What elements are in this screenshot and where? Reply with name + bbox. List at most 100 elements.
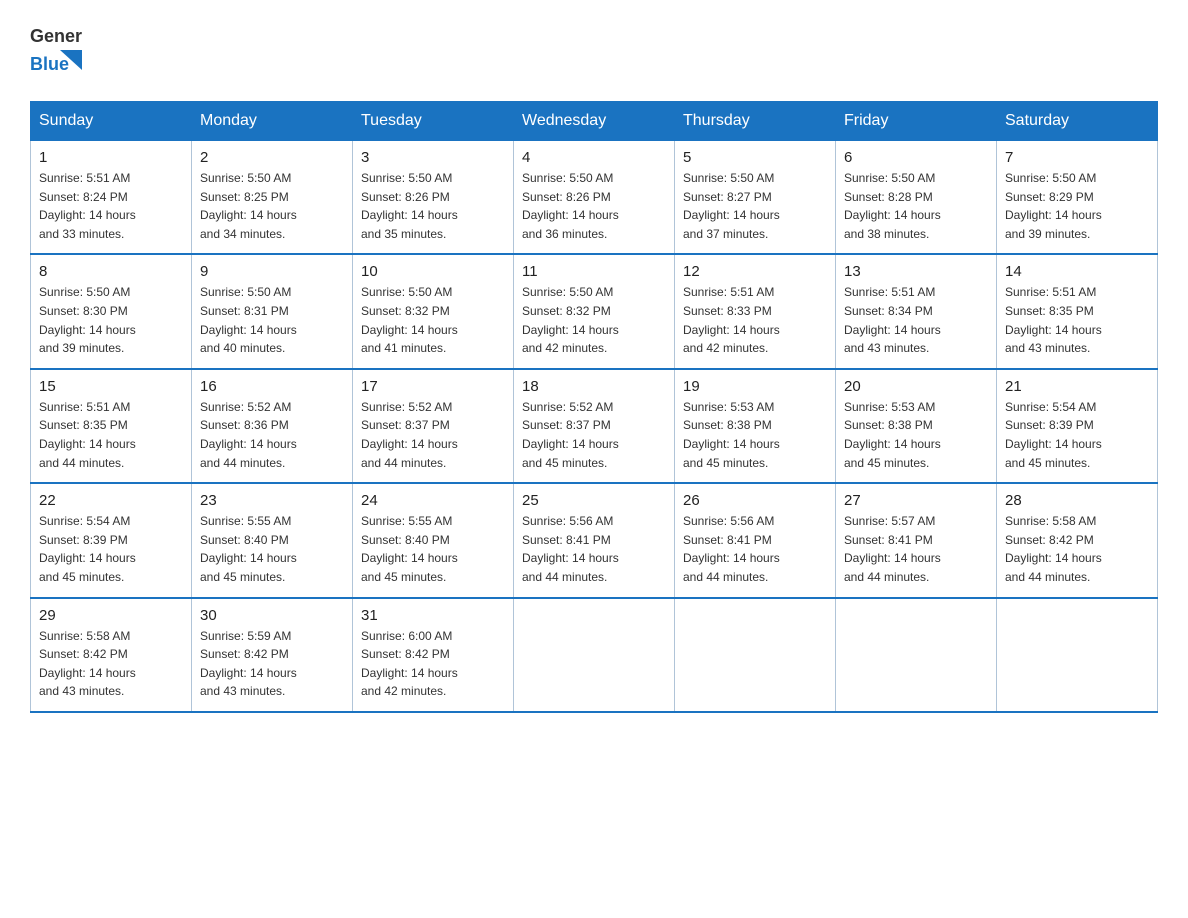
day-info: Sunrise: 5:51 AMSunset: 8:33 PMDaylight:… bbox=[683, 283, 827, 357]
day-number: 31 bbox=[361, 607, 505, 624]
day-number: 12 bbox=[683, 263, 827, 280]
calendar-cell: 23 Sunrise: 5:55 AMSunset: 8:40 PMDayligh… bbox=[192, 483, 353, 597]
day-info: Sunrise: 5:52 AMSunset: 8:37 PMDaylight:… bbox=[361, 398, 505, 472]
calendar-cell: 6 Sunrise: 5:50 AMSunset: 8:28 PMDaylight… bbox=[836, 141, 997, 255]
day-number: 1 bbox=[39, 149, 183, 166]
day-info: Sunrise: 5:57 AMSunset: 8:41 PMDaylight:… bbox=[844, 512, 988, 586]
day-number: 4 bbox=[522, 149, 666, 166]
day-info: Sunrise: 5:50 AMSunset: 8:32 PMDaylight:… bbox=[361, 283, 505, 357]
day-number: 15 bbox=[39, 378, 183, 395]
day-info: Sunrise: 5:51 AMSunset: 8:35 PMDaylight:… bbox=[1005, 283, 1149, 357]
calendar-cell: 20Sunrise: 5:53 AMSunset: 8:38 PMDayligh… bbox=[836, 369, 997, 483]
day-number: 28 bbox=[1005, 492, 1149, 509]
day-number: 16 bbox=[200, 378, 344, 395]
calendar-cell: 17 Sunrise: 5:52 AMSunset: 8:37 PMDayligh… bbox=[353, 369, 514, 483]
day-number: 5 bbox=[683, 149, 827, 166]
calendar-cell: 22 Sunrise: 5:54 AMSunset: 8:39 PMDayligh… bbox=[31, 483, 192, 597]
day-info: Sunrise: 5:50 AMSunset: 8:28 PMDaylight:… bbox=[844, 169, 988, 243]
calendar-cell: 12 Sunrise: 5:51 AMSunset: 8:33 PMDayligh… bbox=[675, 254, 836, 368]
day-info: Sunrise: 5:50 AMSunset: 8:26 PMDaylight:… bbox=[361, 169, 505, 243]
day-number: 3 bbox=[361, 149, 505, 166]
calendar-cell: 28Sunrise: 5:58 AMSunset: 8:42 PMDayligh… bbox=[997, 483, 1158, 597]
day-info: Sunrise: 5:55 AMSunset: 8:40 PMDaylight:… bbox=[200, 512, 344, 586]
day-number: 13 bbox=[844, 263, 988, 280]
day-info: Sunrise: 5:50 AMSunset: 8:25 PMDaylight:… bbox=[200, 169, 344, 243]
column-header-monday: Monday bbox=[192, 102, 353, 141]
day-number: 21 bbox=[1005, 378, 1149, 395]
day-number: 19 bbox=[683, 378, 827, 395]
day-info: Sunrise: 5:50 AMSunset: 8:29 PMDaylight:… bbox=[1005, 169, 1149, 243]
day-info: Sunrise: 5:54 AMSunset: 8:39 PMDaylight:… bbox=[39, 512, 183, 586]
day-info: Sunrise: 5:51 AMSunset: 8:34 PMDaylight:… bbox=[844, 283, 988, 357]
page-header: General Blue bbox=[30, 20, 1158, 83]
calendar-cell: 21 Sunrise: 5:54 AMSunset: 8:39 PMDayligh… bbox=[997, 369, 1158, 483]
day-info: Sunrise: 5:54 AMSunset: 8:39 PMDaylight:… bbox=[1005, 398, 1149, 472]
day-info: Sunrise: 5:59 AMSunset: 8:42 PMDaylight:… bbox=[200, 627, 344, 701]
calendar-cell: 16Sunrise: 5:52 AMSunset: 8:36 PMDayligh… bbox=[192, 369, 353, 483]
calendar-week-row: 22 Sunrise: 5:54 AMSunset: 8:39 PMDayligh… bbox=[31, 483, 1158, 597]
calendar-cell: 19 Sunrise: 5:53 AMSunset: 8:38 PMDayligh… bbox=[675, 369, 836, 483]
column-header-wednesday: Wednesday bbox=[514, 102, 675, 141]
day-info: Sunrise: 5:51 AMSunset: 8:24 PMDaylight:… bbox=[39, 169, 183, 243]
calendar-cell: 30 Sunrise: 5:59 AMSunset: 8:42 PMDayligh… bbox=[192, 598, 353, 712]
calendar-cell bbox=[836, 598, 997, 712]
calendar-cell: 1 Sunrise: 5:51 AMSunset: 8:24 PMDaylight… bbox=[31, 141, 192, 255]
day-number: 30 bbox=[200, 607, 344, 624]
header-row: SundayMondayTuesdayWednesdayThursdayFrid… bbox=[31, 102, 1158, 141]
day-info: Sunrise: 5:50 AMSunset: 8:26 PMDaylight:… bbox=[522, 169, 666, 243]
day-number: 29 bbox=[39, 607, 183, 624]
day-info: Sunrise: 5:50 AMSunset: 8:31 PMDaylight:… bbox=[200, 283, 344, 357]
day-info: Sunrise: 5:58 AMSunset: 8:42 PMDaylight:… bbox=[39, 627, 183, 701]
day-info: Sunrise: 5:53 AMSunset: 8:38 PMDaylight:… bbox=[844, 398, 988, 472]
calendar-cell: 5 Sunrise: 5:50 AMSunset: 8:27 PMDaylight… bbox=[675, 141, 836, 255]
calendar-week-row: 15 Sunrise: 5:51 AMSunset: 8:35 PMDayligh… bbox=[31, 369, 1158, 483]
logo-icon: General Blue bbox=[30, 20, 82, 78]
calendar-cell: 9Sunrise: 5:50 AMSunset: 8:31 PMDaylight… bbox=[192, 254, 353, 368]
day-number: 8 bbox=[39, 263, 183, 280]
calendar-cell: 7 Sunrise: 5:50 AMSunset: 8:29 PMDaylight… bbox=[997, 141, 1158, 255]
calendar-cell bbox=[997, 598, 1158, 712]
day-number: 6 bbox=[844, 149, 988, 166]
day-number: 14 bbox=[1005, 263, 1149, 280]
day-info: Sunrise: 5:56 AMSunset: 8:41 PMDaylight:… bbox=[683, 512, 827, 586]
calendar-cell: 27Sunrise: 5:57 AMSunset: 8:41 PMDayligh… bbox=[836, 483, 997, 597]
column-header-sunday: Sunday bbox=[31, 102, 192, 141]
calendar-cell: 14 Sunrise: 5:51 AMSunset: 8:35 PMDayligh… bbox=[997, 254, 1158, 368]
calendar-header: SundayMondayTuesdayWednesdayThursdayFrid… bbox=[31, 102, 1158, 141]
calendar-week-row: 29 Sunrise: 5:58 AMSunset: 8:42 PMDayligh… bbox=[31, 598, 1158, 712]
day-number: 25 bbox=[522, 492, 666, 509]
calendar-cell: 3 Sunrise: 5:50 AMSunset: 8:26 PMDaylight… bbox=[353, 141, 514, 255]
calendar-week-row: 1 Sunrise: 5:51 AMSunset: 8:24 PMDaylight… bbox=[31, 141, 1158, 255]
calendar-cell bbox=[514, 598, 675, 712]
day-info: Sunrise: 6:00 AMSunset: 8:42 PMDaylight:… bbox=[361, 627, 505, 701]
calendar-cell: 13 Sunrise: 5:51 AMSunset: 8:34 PMDayligh… bbox=[836, 254, 997, 368]
logo: General Blue bbox=[30, 20, 82, 83]
calendar-cell: 26Sunrise: 5:56 AMSunset: 8:41 PMDayligh… bbox=[675, 483, 836, 597]
calendar-cell: 25 Sunrise: 5:56 AMSunset: 8:41 PMDayligh… bbox=[514, 483, 675, 597]
day-number: 7 bbox=[1005, 149, 1149, 166]
day-info: Sunrise: 5:52 AMSunset: 8:37 PMDaylight:… bbox=[522, 398, 666, 472]
day-number: 10 bbox=[361, 263, 505, 280]
day-number: 11 bbox=[522, 263, 666, 280]
calendar-cell: 29 Sunrise: 5:58 AMSunset: 8:42 PMDayligh… bbox=[31, 598, 192, 712]
day-number: 18 bbox=[522, 378, 666, 395]
calendar-cell bbox=[675, 598, 836, 712]
svg-text:General: General bbox=[30, 26, 82, 46]
calendar-body: 1 Sunrise: 5:51 AMSunset: 8:24 PMDaylight… bbox=[31, 141, 1158, 712]
day-info: Sunrise: 5:51 AMSunset: 8:35 PMDaylight:… bbox=[39, 398, 183, 472]
day-info: Sunrise: 5:56 AMSunset: 8:41 PMDaylight:… bbox=[522, 512, 666, 586]
column-header-friday: Friday bbox=[836, 102, 997, 141]
day-number: 22 bbox=[39, 492, 183, 509]
day-number: 17 bbox=[361, 378, 505, 395]
calendar-cell: 24Sunrise: 5:55 AMSunset: 8:40 PMDayligh… bbox=[353, 483, 514, 597]
day-info: Sunrise: 5:55 AMSunset: 8:40 PMDaylight:… bbox=[361, 512, 505, 586]
column-header-tuesday: Tuesday bbox=[353, 102, 514, 141]
column-header-saturday: Saturday bbox=[997, 102, 1158, 141]
day-info: Sunrise: 5:50 AMSunset: 8:27 PMDaylight:… bbox=[683, 169, 827, 243]
calendar-cell: 31 Sunrise: 6:00 AMSunset: 8:42 PMDayligh… bbox=[353, 598, 514, 712]
column-header-thursday: Thursday bbox=[675, 102, 836, 141]
day-info: Sunrise: 5:53 AMSunset: 8:38 PMDaylight:… bbox=[683, 398, 827, 472]
calendar-week-row: 8Sunrise: 5:50 AMSunset: 8:30 PMDaylight… bbox=[31, 254, 1158, 368]
day-number: 23 bbox=[200, 492, 344, 509]
calendar-cell: 15 Sunrise: 5:51 AMSunset: 8:35 PMDayligh… bbox=[31, 369, 192, 483]
